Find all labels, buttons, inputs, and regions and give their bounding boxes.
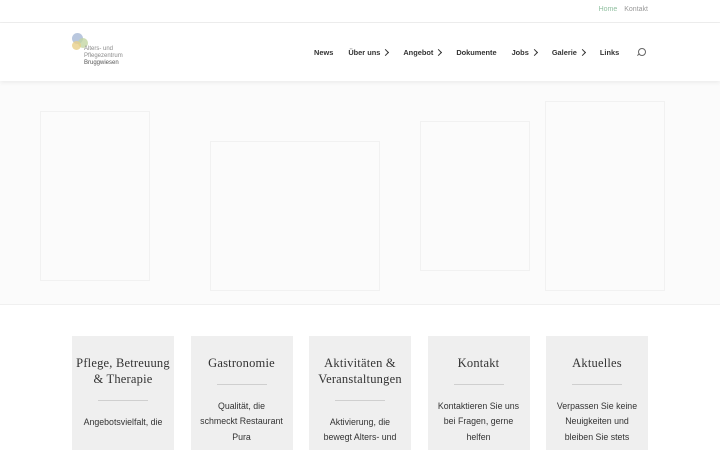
card-pflege[interactable]: Pflege, Betreuung & Therapie Angebotsvie… [72, 336, 174, 450]
hero-faded-shape [210, 141, 380, 291]
logo-line-2: Pflegezentrum [84, 53, 123, 60]
card-title: Pflege, Betreuung & Therapie [76, 356, 170, 386]
nav-label: Angebot [403, 47, 434, 57]
hero-banner [0, 81, 720, 305]
card-kontakt[interactable]: Kontakt Kontaktieren Sie uns bei Fragen,… [427, 336, 530, 450]
hero-faded-shape [40, 111, 150, 281]
card-aktuelles[interactable]: Aktuelles Verpassen Sie keine Neuigkeite… [546, 336, 648, 450]
nav-item-angebot[interactable]: Angebot [403, 47, 443, 57]
search-icon[interactable] [637, 47, 647, 57]
card-divider [216, 384, 267, 385]
site-header: Alters- und Pflegezentrum Bruggwiesen Ne… [0, 23, 720, 81]
logo-text: Alters- und Pflegezentrum Bruggwiesen [84, 46, 123, 68]
chevron-right-icon [578, 48, 586, 56]
card-title: Kontakt [457, 356, 500, 370]
feature-cards: Pflege, Betreuung & Therapie Angebotsvie… [72, 336, 648, 450]
card-gastronomie[interactable]: Gastronomie Qualität, die schmeckt Resta… [190, 336, 293, 450]
nav-item-dokumente[interactable]: Dokumente [456, 48, 496, 57]
top-link-home[interactable]: Home [599, 6, 618, 13]
nav-label: Dokumente [456, 47, 497, 57]
top-link-kontakt[interactable]: Kontakt [624, 6, 648, 13]
logo-line-1: Alters- und [84, 46, 114, 52]
card-divider [335, 400, 385, 401]
card-text: Verpassen Sie keine Neuigkeiten und blei… [556, 401, 638, 442]
chevron-right-icon [382, 48, 390, 56]
top-links: Home Kontakt [599, 6, 648, 13]
nav-label: Jobs [511, 47, 529, 57]
card-text: Aktivierung, die bewegt Alters- und [323, 417, 397, 443]
logo-line-3: Bruggwiesen [84, 60, 119, 67]
hero-faded-shape [545, 101, 665, 291]
card-title: Aktuelles [572, 356, 622, 370]
nav-item-news[interactable]: News [314, 48, 333, 57]
logo[interactable]: Alters- und Pflegezentrum Bruggwiesen [72, 32, 142, 72]
chevron-right-icon [530, 48, 538, 56]
nav-item-jobs[interactable]: Jobs [511, 47, 538, 57]
chevron-right-icon [435, 48, 443, 56]
card-divider [98, 400, 148, 401]
top-bar: Home Kontakt [0, 0, 720, 23]
card-title: Aktivitäten & Veranstaltungen [318, 356, 402, 386]
card-text: Angebotsvielfalt, die [83, 417, 163, 427]
card-divider [453, 384, 504, 385]
nav-label: Über uns [348, 47, 381, 57]
nav-label: News [314, 47, 334, 57]
card-title: Gastronomie [208, 356, 275, 370]
hero-faded-shape [420, 121, 530, 271]
card-divider [572, 384, 622, 385]
nav-item-galerie[interactable]: Galerie [551, 47, 586, 57]
card-aktivitaeten[interactable]: Aktivitäten & Veranstaltungen Aktivierun… [309, 336, 411, 450]
card-text: Kontaktieren Sie uns bei Fragen, gerne h… [437, 401, 520, 442]
nav-item-ueber-uns[interactable]: Über uns [348, 47, 390, 57]
nav-item-links[interactable]: Links [600, 48, 619, 57]
main-nav: News Über uns Angebot Dokumente Jobs Gal… [314, 23, 647, 81]
nav-label: Links [599, 47, 620, 57]
nav-label: Galerie [551, 47, 577, 57]
card-text: Qualität, die schmeckt Restaurant Pura [200, 401, 283, 442]
